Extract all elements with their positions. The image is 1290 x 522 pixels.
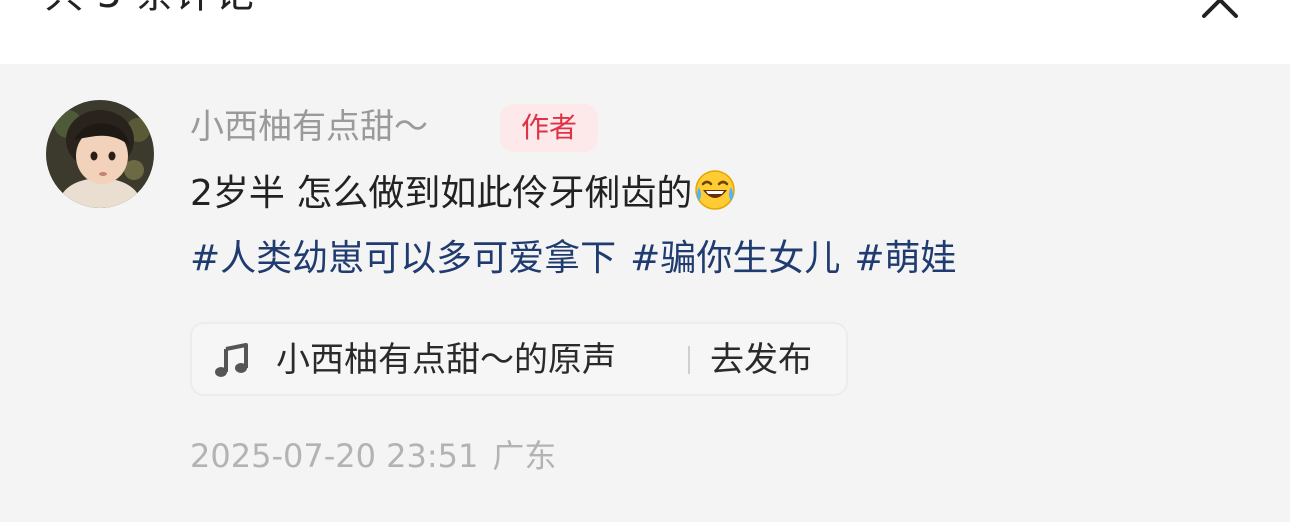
hashtag-link[interactable]: #骗你生女儿 bbox=[630, 238, 840, 279]
comment-text: 2岁半 怎么做到如此伶牙俐齿的 bbox=[190, 168, 736, 220]
original-sound-chip[interactable]: 小西柚有点甜～的原声 去发布 bbox=[190, 322, 848, 396]
original-sound-title[interactable]: 小西柚有点甜～的原声 bbox=[276, 324, 616, 396]
avatar[interactable] bbox=[46, 100, 154, 208]
avatar-image bbox=[46, 100, 154, 208]
hashtag-list: #人类幼崽可以多可爱拿下 #骗你生女儿 #萌娃 bbox=[190, 232, 971, 286]
chip-divider bbox=[688, 346, 690, 374]
timestamp: 2025-07-20 23:51 bbox=[190, 437, 479, 475]
username[interactable]: 小西柚有点甜～ bbox=[190, 104, 428, 150]
comment-item: 小西柚有点甜～ 作者 2岁半 怎么做到如此伶牙俐齿的 #人类幼崽可以多可爱拿下 #… bbox=[0, 64, 1290, 522]
comment-meta: 2025-07-20 23:51 广东 bbox=[190, 434, 556, 478]
hashtag-link[interactable]: #萌娃 bbox=[854, 238, 956, 279]
author-badge: 作者 bbox=[500, 104, 598, 152]
laughing-crying-emoji-icon bbox=[695, 170, 736, 210]
hashtag-link[interactable]: #人类幼崽可以多可爱拿下 bbox=[190, 238, 616, 279]
comment-body: 2岁半 怎么做到如此伶牙俐齿的 bbox=[190, 173, 693, 214]
music-note-icon bbox=[215, 343, 248, 377]
comment-count-title: 共 5 条评论 bbox=[44, 0, 255, 18]
comments-header: 共 5 条评论 bbox=[0, 0, 1290, 64]
use-sound-button[interactable]: 去发布 bbox=[710, 324, 812, 396]
close-icon[interactable] bbox=[1196, 0, 1244, 24]
location: 广东 bbox=[492, 437, 557, 475]
